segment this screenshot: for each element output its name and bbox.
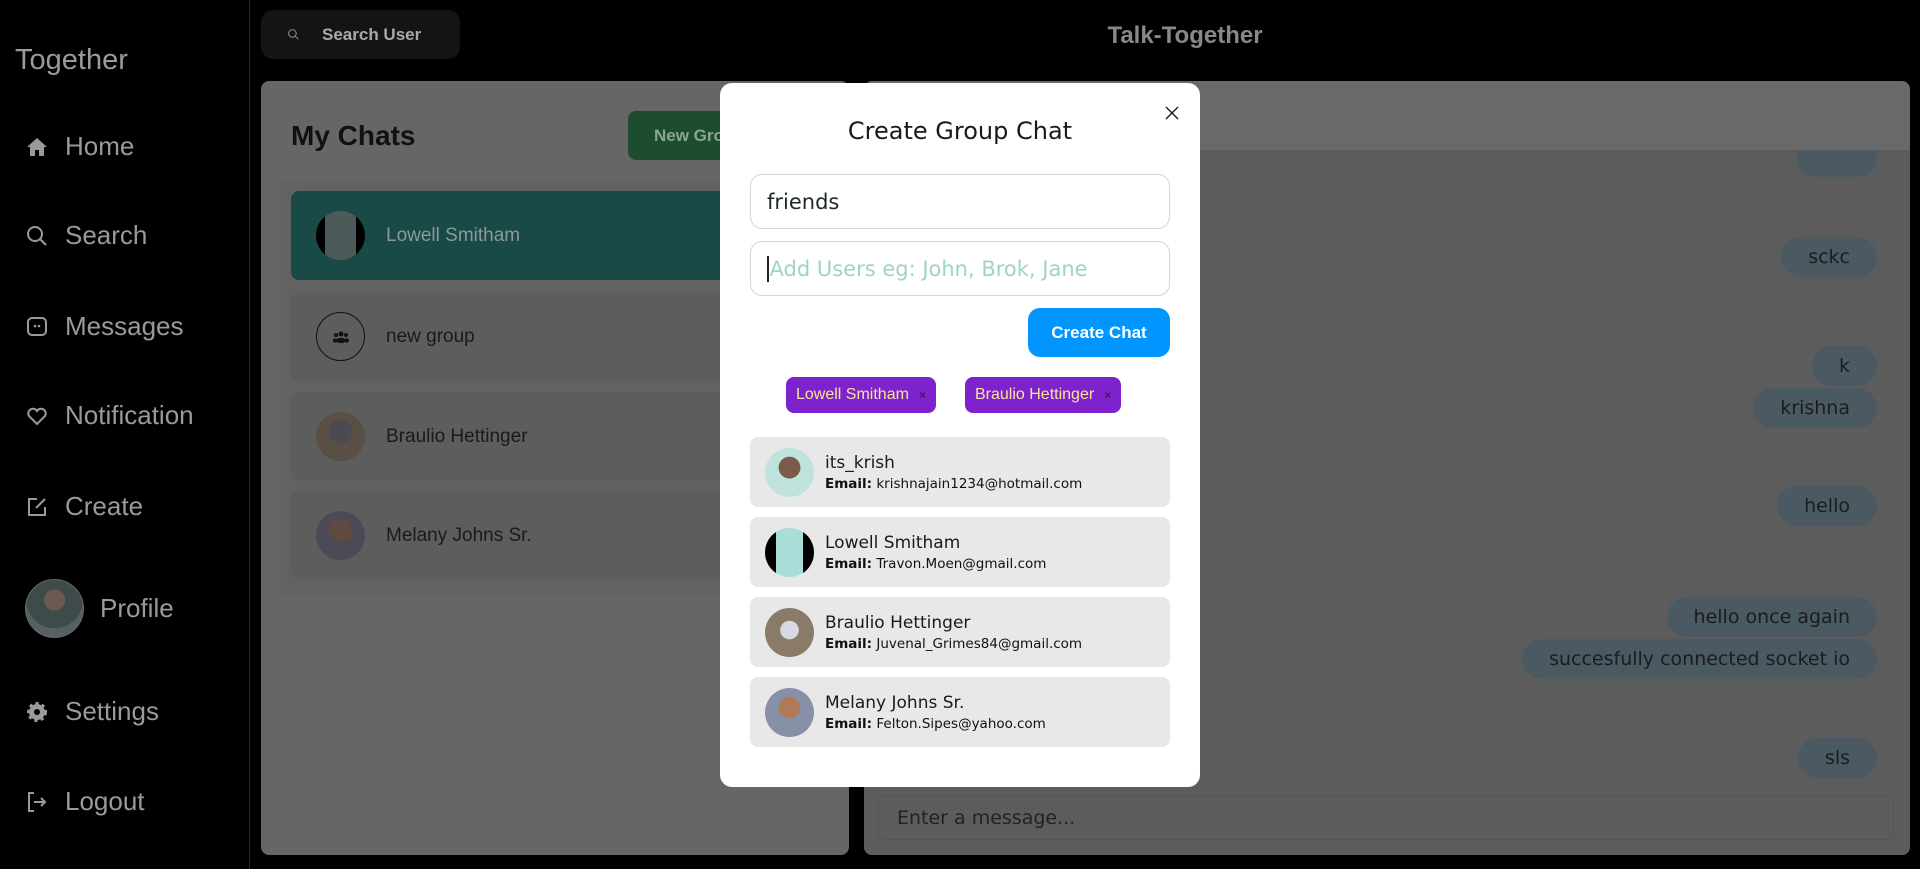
remove-icon[interactable]: × bbox=[919, 388, 926, 402]
brand-logo: Together bbox=[15, 44, 128, 76]
chat-name: Braulio Hettinger bbox=[386, 425, 528, 447]
message-bubble: sls bbox=[1797, 738, 1877, 778]
modal-title: Create Group Chat bbox=[847, 117, 1073, 145]
user-search-result[interactable]: Lowell Smitham Email: Travon.Moen@gmail.… bbox=[750, 517, 1170, 587]
user-name: Melany Johns Sr. bbox=[825, 692, 965, 713]
user-email: Juvenal_Grimes84@gmail.com bbox=[876, 635, 1083, 652]
app-title: Talk-Together bbox=[1107, 22, 1263, 49]
create-chat-button[interactable]: Create Chat bbox=[1028, 308, 1170, 357]
add-users-input[interactable]: Add Users eg: John, Brok, Jane bbox=[750, 241, 1170, 296]
selected-user-badge: Lowell Smitham × bbox=[786, 377, 936, 413]
avatar bbox=[316, 511, 365, 560]
home-icon bbox=[27, 137, 47, 156]
message-input[interactable]: Enter a message... bbox=[878, 795, 1894, 840]
user-name: its_krish bbox=[825, 452, 895, 473]
search-user-button[interactable]: Search User bbox=[261, 10, 460, 59]
avatar bbox=[765, 447, 814, 497]
user-email: Felton.Sipes@yahoo.com bbox=[876, 715, 1046, 732]
sidebar-item-label: Search bbox=[65, 220, 148, 250]
user-name: Braulio Hettinger bbox=[825, 612, 971, 633]
chat-name: Lowell Smitham bbox=[386, 224, 521, 246]
sidebar-item-create[interactable]: Create bbox=[25, 491, 143, 522]
badge-label: Braulio Hettinger bbox=[975, 386, 1095, 403]
message-bubble: krishna bbox=[1753, 388, 1877, 428]
sidebar-item-settings[interactable]: Settings bbox=[25, 696, 159, 727]
user-search-result[interactable]: Braulio Hettinger Email: Juvenal_Grimes8… bbox=[750, 597, 1170, 667]
my-chats-title: My Chats bbox=[291, 120, 416, 151]
message-bubble: hello once again bbox=[1666, 597, 1877, 637]
email-label: Email: bbox=[825, 635, 873, 652]
close-icon[interactable] bbox=[1162, 103, 1182, 123]
search-user-label: Search User bbox=[322, 24, 422, 44]
sidebar-item-label: Create bbox=[65, 491, 144, 521]
message-bubble: hello bbox=[1777, 486, 1877, 526]
selected-user-badge: Braulio Hettinger × bbox=[965, 377, 1122, 413]
user-search-result[interactable]: Melany Johns Sr. Email: Felton.Sipes@yah… bbox=[750, 677, 1170, 747]
avatar bbox=[25, 579, 84, 638]
message-bubble: succesfully connected socket io bbox=[1522, 639, 1877, 679]
user-email: Travon.Moen@gmail.com bbox=[876, 555, 1047, 572]
user-name: Lowell Smitham bbox=[825, 532, 961, 553]
user-search-result[interactable]: its_krish Email: krishnajain1234@hotmail… bbox=[750, 437, 1170, 507]
sidebar-item-notification[interactable]: Notification bbox=[25, 400, 194, 431]
badge-label: Lowell Smitham bbox=[796, 386, 909, 403]
add-users-placeholder: Add Users eg: John, Brok, Jane bbox=[769, 256, 1088, 281]
user-email: krishnajain1234@hotmail.com bbox=[876, 475, 1083, 492]
sidebar-item-label: Profile bbox=[100, 593, 174, 623]
logout-icon bbox=[28, 791, 47, 812]
avatar bbox=[765, 527, 814, 577]
sidebar-item-label: Logout bbox=[65, 786, 145, 816]
search-icon bbox=[288, 29, 299, 40]
email-label: Email: bbox=[825, 555, 873, 572]
avatar bbox=[765, 607, 814, 657]
sidebar-item-label: Settings bbox=[65, 696, 159, 726]
sidebar-item-label: Messages bbox=[65, 311, 184, 341]
edit-icon bbox=[28, 497, 46, 516]
avatar bbox=[765, 687, 814, 737]
heart-icon bbox=[27, 407, 47, 425]
sidebar-item-search[interactable]: Search bbox=[25, 220, 147, 251]
sidebar-item-messages[interactable]: Messages bbox=[25, 311, 184, 342]
chat-name: new group bbox=[386, 325, 475, 347]
gear-icon bbox=[27, 701, 47, 722]
email-label: Email: bbox=[825, 475, 873, 492]
group-icon bbox=[316, 312, 365, 361]
message-bubble: sckc bbox=[1781, 237, 1877, 277]
sidebar-item-profile[interactable]: Profile bbox=[25, 579, 174, 638]
message-bubble: k bbox=[1811, 346, 1877, 386]
sidebar-item-home[interactable]: Home bbox=[25, 131, 134, 162]
message-icon bbox=[27, 316, 47, 336]
chat-name: Melany Johns Sr. bbox=[386, 524, 532, 546]
chat-name-input[interactable]: friends bbox=[750, 174, 1170, 229]
sidebar-item-logout[interactable]: Logout bbox=[25, 786, 145, 817]
avatar bbox=[316, 412, 365, 461]
remove-icon[interactable]: × bbox=[1104, 388, 1111, 402]
search-icon bbox=[27, 225, 47, 246]
sidebar-item-label: Home bbox=[65, 131, 135, 161]
avatar bbox=[316, 211, 365, 260]
email-label: Email: bbox=[825, 715, 873, 732]
sidebar-item-label: Notification bbox=[65, 400, 194, 430]
